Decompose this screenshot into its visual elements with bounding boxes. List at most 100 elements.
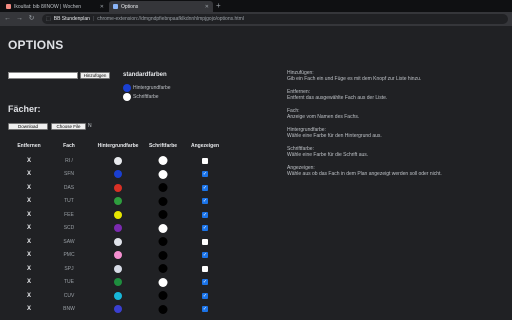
tab-background[interactable]: Ikoultat: bib 8/INOW | Wochen ✕ [2, 1, 108, 12]
table-row: X FEE [0, 208, 250, 221]
show-checkbox[interactable] [202, 184, 208, 191]
background-color-picker[interactable] [114, 291, 122, 300]
show-checkbox[interactable] [202, 171, 208, 177]
font-color-picker[interactable] [158, 183, 168, 192]
background-color-picker[interactable] [114, 305, 122, 313]
help-item: Hinzufügen: Gib ein Fach ein und Füge es … [287, 70, 507, 82]
forward-icon[interactable]: → [16, 12, 23, 26]
font-color-cell [158, 249, 168, 262]
subject-name: RI / [65, 157, 73, 164]
table-row: X SPJ [0, 262, 250, 275]
reload-icon[interactable]: ↻ [28, 12, 35, 26]
tab-title: Ikoultat: bib 8/INOW | Wochen [14, 3, 82, 10]
background-color-cell [114, 168, 122, 181]
plus-icon[interactable]: + [216, 1, 221, 11]
remove-button[interactable]: X [27, 303, 31, 316]
table-row: X RI / [0, 154, 250, 167]
subjects-heading: Fächer: [8, 104, 41, 114]
download-button[interactable]: Download [8, 123, 48, 130]
tab-close-icon[interactable]: ✕ [100, 4, 104, 10]
font-color-picker[interactable] [158, 291, 168, 300]
show-checkbox[interactable] [202, 157, 208, 164]
font-color-picker[interactable] [158, 277, 168, 287]
standard-background-color-picker[interactable] [123, 84, 131, 92]
font-color-cell [158, 303, 168, 316]
help-item: Angezeigen: Wähle aus ob das Fach in dem … [287, 165, 507, 177]
subject-input[interactable] [8, 72, 78, 79]
show-checkbox[interactable] [202, 279, 208, 285]
background-color-picker[interactable] [114, 156, 122, 165]
font-color-picker[interactable] [158, 210, 168, 219]
font-color-picker[interactable] [158, 223, 168, 233]
table-row: X CUV [0, 289, 250, 302]
font-color-picker[interactable] [158, 250, 168, 260]
remove-button[interactable]: X [27, 249, 31, 262]
remove-button[interactable]: X [27, 276, 31, 289]
show-checkbox[interactable] [202, 238, 208, 245]
font-color-picker[interactable] [158, 304, 168, 314]
remove-button[interactable]: X [27, 208, 31, 221]
show-checkbox[interactable] [202, 292, 208, 299]
background-color-cell [114, 276, 122, 289]
background-color-picker[interactable] [114, 197, 122, 205]
background-color-picker[interactable] [114, 278, 122, 286]
remove-button[interactable]: X [27, 181, 31, 194]
background-color-picker[interactable] [114, 224, 122, 232]
table-row: X PMC [0, 249, 250, 262]
options-page: OPTIONS Hinzufügen standardfarben Hinter… [0, 26, 512, 320]
header-remove: Entfernen [17, 143, 41, 149]
add-subject-button[interactable]: Hinzufügen [80, 72, 110, 79]
remove-button[interactable]: X [27, 289, 31, 302]
header-subject: Fach [63, 143, 75, 149]
choose-file-button[interactable]: Choose File [51, 123, 86, 130]
show-checkbox[interactable] [202, 225, 208, 231]
show-checkbox[interactable] [202, 306, 208, 312]
help-description: Anzeige vom Namen des Fachs. [287, 114, 360, 120]
font-color-cell [158, 235, 168, 248]
table-row: X BNW [0, 303, 250, 316]
font-color-picker[interactable] [158, 196, 168, 206]
background-color-picker[interactable] [114, 237, 122, 246]
background-color-picker[interactable] [114, 210, 122, 219]
subject-name: SPJ [64, 265, 74, 272]
background-color-picker[interactable] [114, 170, 122, 178]
standard-font-color-picker[interactable] [123, 93, 131, 101]
standard-font-label: Schriftfarbe [133, 94, 159, 100]
font-color-cell [158, 181, 168, 194]
font-color-picker[interactable] [158, 156, 168, 165]
tab-favicon-icon [6, 4, 11, 9]
address-bar[interactable]: ⬚ BB Stundenplan | chrome-extension://dm… [42, 14, 508, 24]
font-color-picker[interactable] [158, 169, 168, 179]
background-color-cell [114, 303, 122, 316]
font-color-cell [158, 222, 168, 235]
font-color-picker[interactable] [158, 237, 168, 246]
remove-button[interactable]: X [27, 262, 31, 275]
help-description: Wähle eine Farbe für den Hintergrund aus… [287, 133, 382, 139]
subject-name: SCD [63, 225, 75, 231]
tab-options[interactable]: Options ✕ [109, 1, 213, 12]
show-checkbox[interactable] [202, 211, 208, 218]
background-color-picker[interactable] [114, 264, 122, 273]
standard-colors-title: standardfarben [123, 72, 167, 78]
browser-toolbar: ← → ↻ ⬚ BB Stundenplan | chrome-extensio… [0, 12, 512, 26]
background-color-picker[interactable] [114, 251, 122, 259]
font-color-cell [158, 168, 168, 181]
background-color-picker[interactable] [114, 183, 122, 192]
remove-button[interactable]: X [27, 168, 31, 181]
back-icon[interactable]: ← [4, 12, 11, 26]
show-checkbox[interactable] [202, 252, 208, 258]
address-origin: BB Stundenplan [53, 16, 90, 22]
remove-button[interactable]: X [27, 195, 31, 208]
subject-name: CUV [63, 292, 75, 299]
address-separator: | [92, 16, 95, 22]
tab-close-icon[interactable]: ✕ [205, 4, 209, 10]
show-cell [202, 235, 208, 248]
show-checkbox[interactable] [202, 265, 208, 272]
remove-button[interactable]: X [27, 154, 31, 167]
show-checkbox[interactable] [202, 198, 208, 204]
remove-button[interactable]: X [27, 222, 31, 235]
table-row: X DAS [0, 181, 250, 194]
help-description: Gib ein Fach ein und Füge es mit dem Kno… [287, 76, 422, 82]
remove-button[interactable]: X [27, 235, 31, 248]
font-color-picker[interactable] [158, 264, 168, 273]
